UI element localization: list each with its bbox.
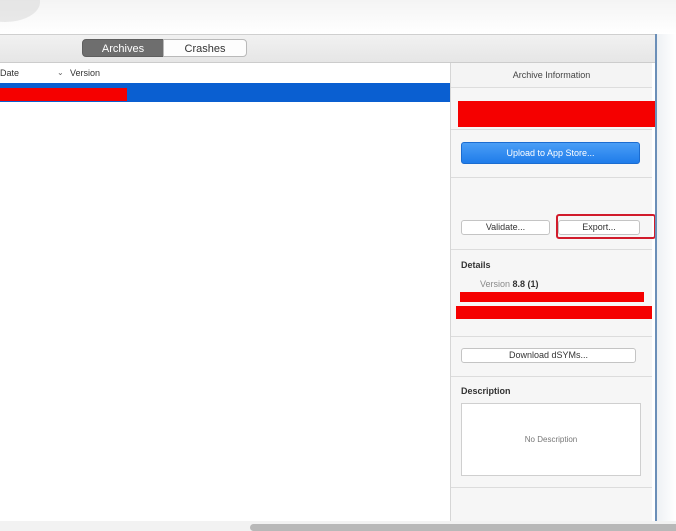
version-value: 8.8 (1)	[512, 279, 539, 289]
divider	[451, 249, 652, 250]
chevron-down-icon[interactable]: ⌄	[57, 63, 64, 83]
divider	[451, 129, 652, 130]
background-area	[657, 34, 676, 522]
redaction-mark	[456, 306, 652, 319]
organizer-window: Archives Crashes Date ⌄ Version Archive …	[0, 34, 663, 523]
inspector-title: Archive Information	[451, 63, 652, 88]
tab-crashes[interactable]: Crashes	[163, 39, 247, 57]
divider	[451, 376, 652, 377]
redaction-mark	[460, 292, 644, 302]
download-dsyms-button[interactable]: Download dSYMs...	[461, 348, 636, 363]
description-heading: Description	[461, 386, 511, 396]
archive-list[interactable]	[0, 102, 450, 523]
column-date[interactable]: Date	[0, 63, 19, 83]
version-label: Version	[480, 279, 511, 289]
description-field[interactable]: No Description	[461, 403, 641, 476]
horizontal-scrollbar[interactable]	[250, 524, 676, 531]
version-row: Version 8.8 (1)	[480, 279, 539, 289]
table-row[interactable]	[0, 83, 450, 102]
toolbar: Archives Crashes	[0, 35, 656, 63]
validate-button[interactable]: Validate...	[461, 220, 550, 235]
divider	[451, 487, 652, 488]
highlight-box	[556, 214, 656, 239]
upload-to-app-store-button[interactable]: Upload to App Store...	[461, 142, 640, 164]
redaction-mark	[458, 101, 663, 127]
inspector-panel: Archive Information Upload to App Store.…	[450, 63, 663, 523]
details-heading: Details	[461, 260, 491, 270]
redaction-mark	[0, 88, 127, 101]
screen-top-area	[0, 0, 676, 34]
column-version[interactable]: Version	[70, 63, 100, 83]
divider	[451, 336, 652, 337]
column-header: Date ⌄ Version	[0, 63, 450, 84]
divider	[451, 177, 652, 178]
tab-archives[interactable]: Archives	[82, 39, 164, 57]
